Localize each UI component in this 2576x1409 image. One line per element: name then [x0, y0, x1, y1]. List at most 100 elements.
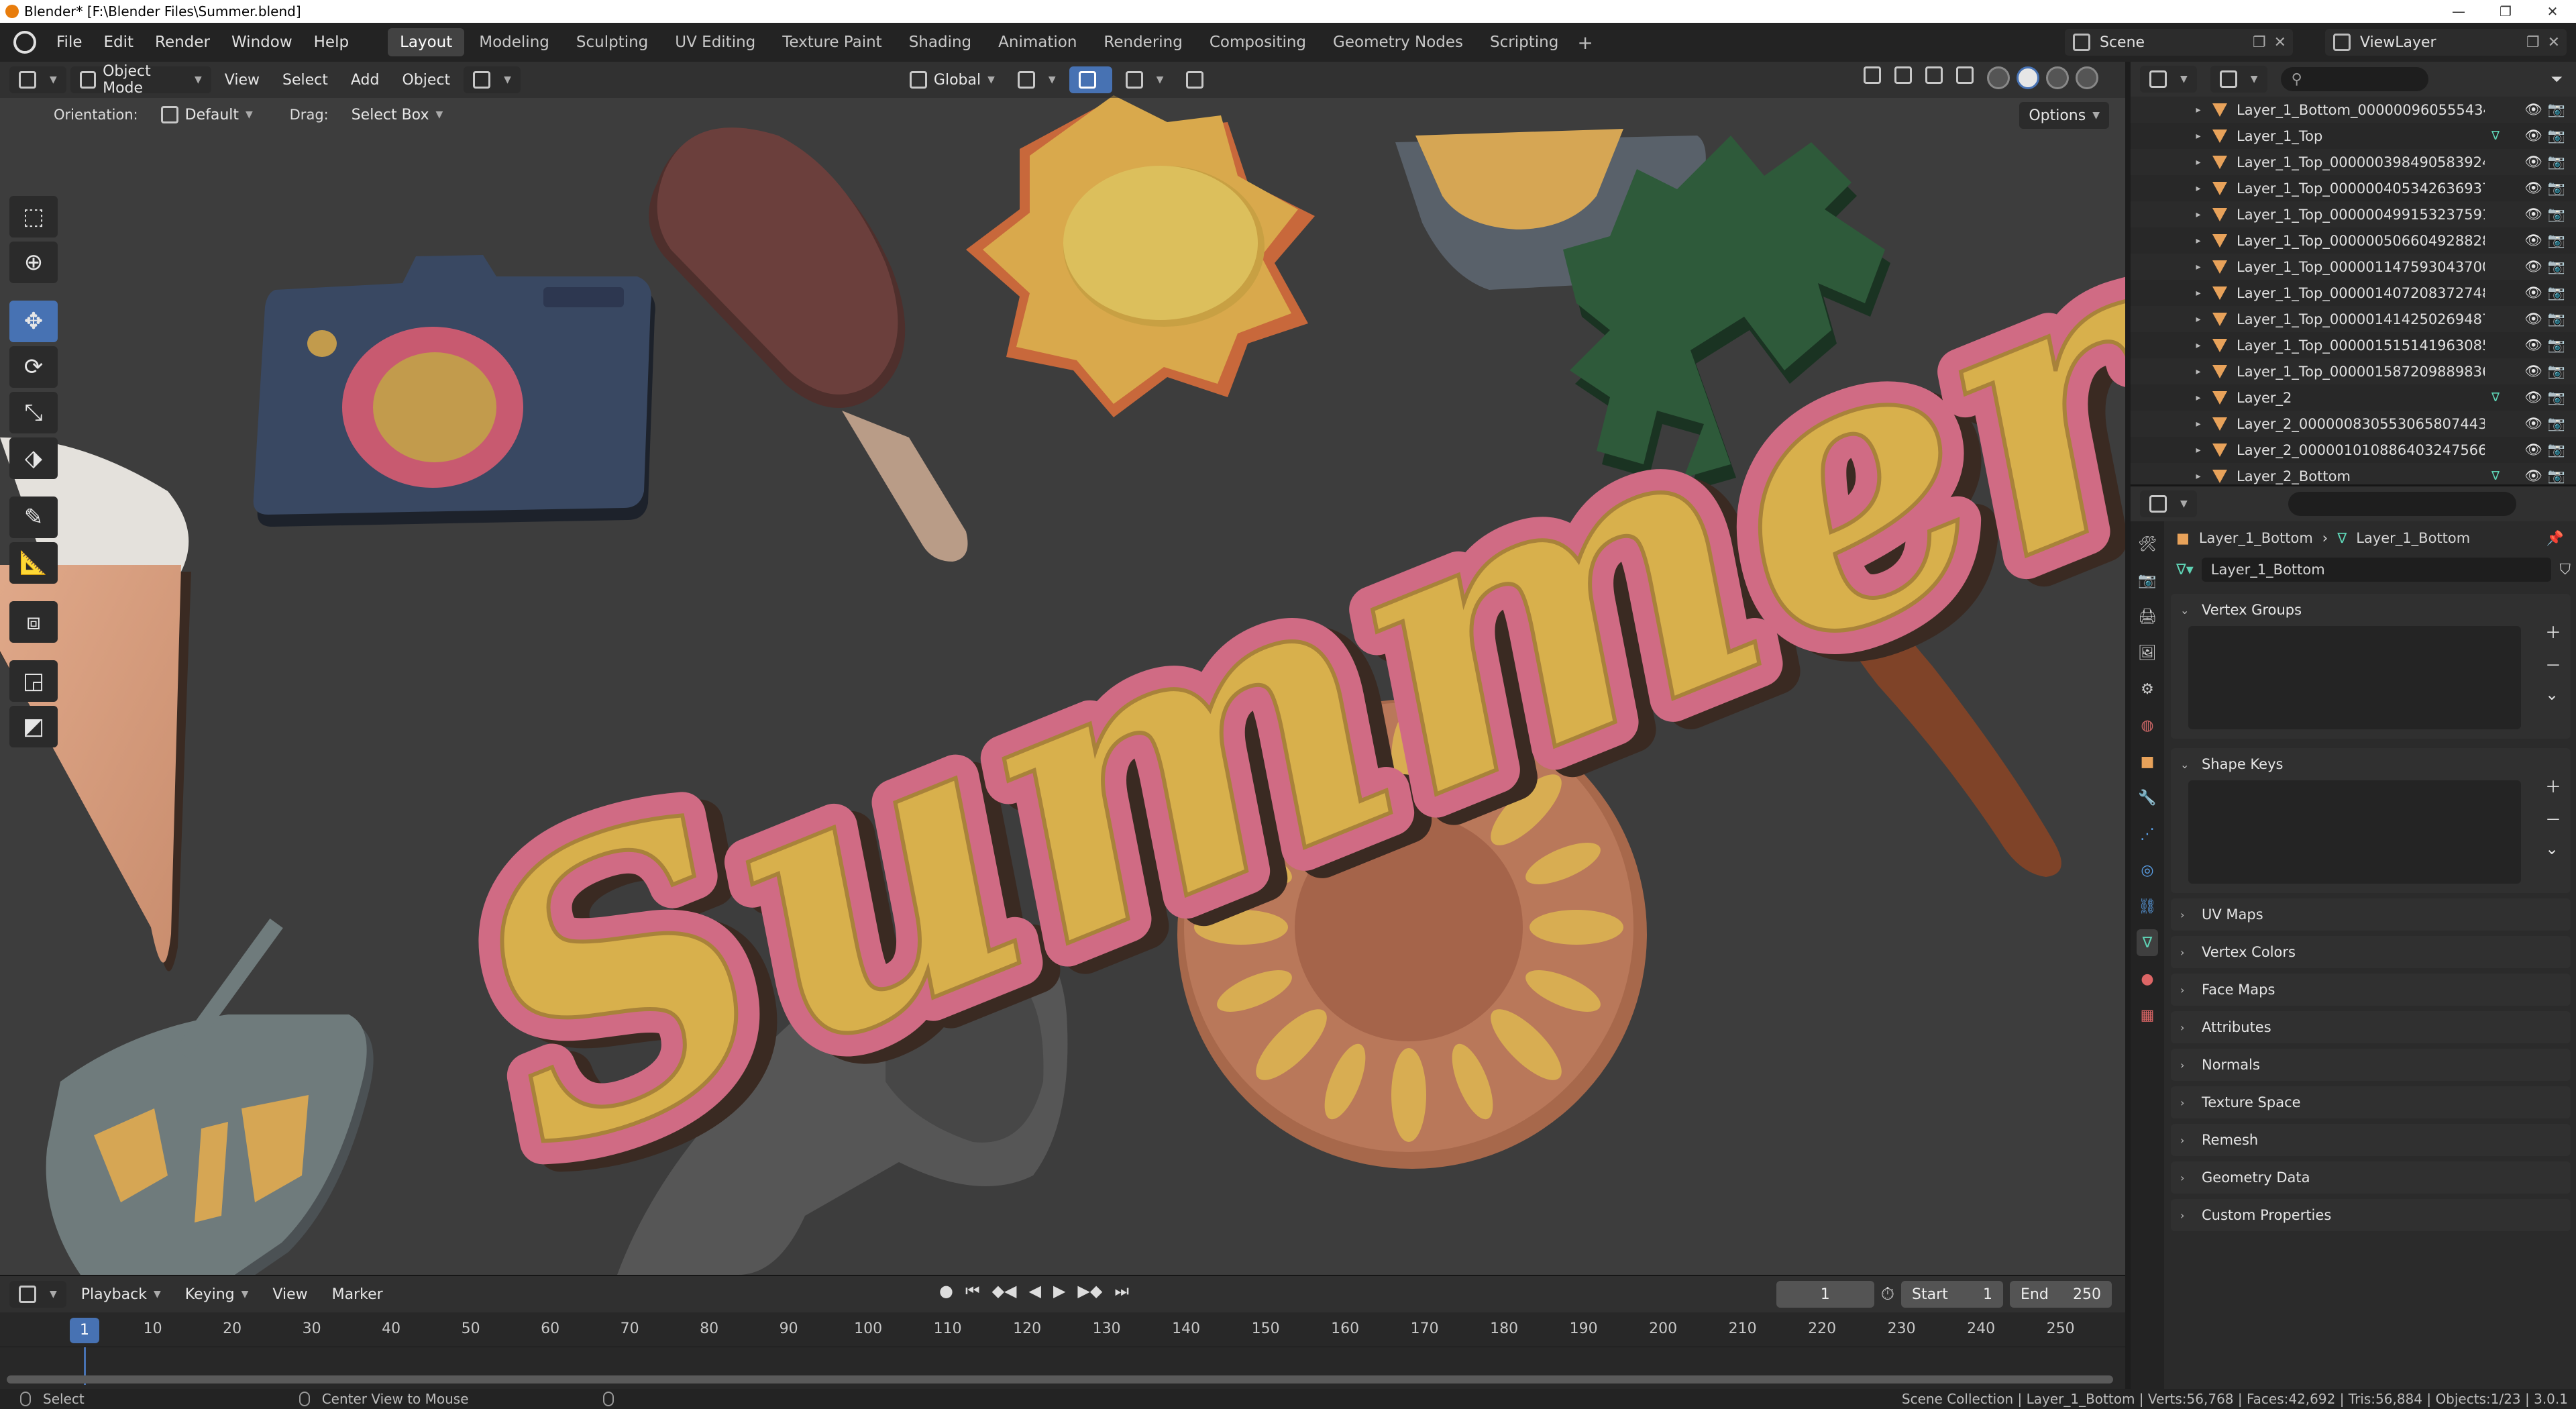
- workspace-tab-animation[interactable]: Animation: [986, 28, 1089, 56]
- overlays-icon[interactable]: [1925, 66, 1943, 84]
- viewport-menu-add[interactable]: Add: [341, 66, 389, 93]
- delete-view-layer-icon[interactable]: ✕: [2548, 34, 2560, 51]
- visibility-eye-icon[interactable]: 👁: [2524, 311, 2542, 327]
- sun-object[interactable]: [966, 95, 1315, 417]
- orientation-dropdown[interactable]: Default ▼: [152, 101, 279, 128]
- collapsed-panel[interactable]: › Remesh: [2171, 1124, 2571, 1156]
- visibility-eye-icon[interactable]: 👁: [2524, 258, 2542, 275]
- play-reverse-icon[interactable]: ◀: [1028, 1282, 1040, 1300]
- outliner-row[interactable]: ▸ Layer_1_Top_00000114759304370005 👁 📷: [2131, 254, 2576, 280]
- render-camera-icon[interactable]: 📷: [2548, 101, 2565, 118]
- outliner-editor[interactable]: ▼ ▼ ⚲ ⏷ ▸ Layer_1_Bottom_0000009605554349…: [2131, 62, 2576, 489]
- viewport-scene[interactable]: Summer Summer Summer: [0, 62, 2125, 1275]
- remove-shape-key-icon[interactable]: －: [2545, 806, 2561, 830]
- outliner-row[interactable]: ▸ Layer_1_Top_00000151514196308521 👁 📷: [2131, 332, 2576, 358]
- render-camera-icon[interactable]: 📷: [2548, 258, 2565, 275]
- play-icon[interactable]: ▶: [1053, 1282, 1065, 1300]
- outliner-row[interactable]: ▸ Layer_1_Top_0000004991532375914 👁 📷: [2131, 201, 2576, 227]
- proportional-edit-toggle[interactable]: [1177, 66, 1220, 93]
- collapsed-panel[interactable]: › Face Maps: [2171, 974, 2571, 1006]
- outliner-row[interactable]: ▸ Layer_1_Top_00000158720988983603 👁 📷: [2131, 358, 2576, 384]
- visibility-selectability-icon[interactable]: [1864, 66, 1881, 84]
- render-camera-icon[interactable]: 📷: [2548, 180, 2565, 197]
- outliner-row[interactable]: ▸ Layer_2_00000083055306580744397 👁 📷: [2131, 411, 2576, 437]
- cocktail-glass-object[interactable]: [46, 919, 374, 1275]
- expand-icon[interactable]: ▸: [2188, 471, 2208, 482]
- image-tool[interactable]: ◩: [9, 706, 58, 747]
- visibility-eye-icon[interactable]: 👁: [2524, 337, 2542, 354]
- visibility-eye-icon[interactable]: 👁: [2524, 154, 2542, 170]
- material-tab-icon[interactable]: ●: [2137, 966, 2158, 992]
- workspace-tab-rendering[interactable]: Rendering: [1091, 28, 1194, 56]
- workspace-tab-uv-editing[interactable]: UV Editing: [663, 28, 767, 56]
- maximize-button[interactable]: ❐: [2482, 0, 2529, 23]
- add-vertex-group-icon[interactable]: ＋: [2545, 619, 2561, 643]
- camera-object[interactable]: [253, 255, 655, 527]
- mesh-name-field[interactable]: Layer_1_Bottom: [2201, 558, 2552, 582]
- close-button[interactable]: ✕: [2529, 0, 2576, 23]
- physics-tab-icon[interactable]: ◎: [2137, 857, 2158, 884]
- render-tab-icon[interactable]: 📷: [2137, 567, 2158, 594]
- new-scene-icon[interactable]: ❐: [2253, 34, 2266, 51]
- gizmos-icon[interactable]: [1894, 66, 1912, 84]
- pin-icon[interactable]: 📌: [2546, 530, 2564, 547]
- expand-icon[interactable]: ▸: [2188, 366, 2208, 377]
- expand-icon[interactable]: ▸: [2188, 314, 2208, 325]
- jump-end-icon[interactable]: ⏭: [1114, 1282, 1129, 1300]
- object-mode-dropdown[interactable]: Object Mode ▼: [70, 63, 211, 97]
- add-workspace-button[interactable]: +: [1577, 32, 1593, 54]
- wireframe-shading-icon[interactable]: [1987, 66, 2010, 89]
- solid-shading-icon[interactable]: [2017, 66, 2039, 89]
- filter-icon[interactable]: ⏷: [2551, 71, 2563, 88]
- xray-toggle-icon[interactable]: [1956, 66, 1974, 84]
- outliner-editor-type-button[interactable]: ▼: [2140, 66, 2197, 93]
- menu-edit[interactable]: Edit: [93, 34, 145, 51]
- menu-help[interactable]: Help: [303, 34, 360, 51]
- expand-icon[interactable]: ▸: [2188, 183, 2208, 194]
- vertex-group-specials-icon[interactable]: ⌄: [2545, 685, 2561, 704]
- render-camera-icon[interactable]: 📷: [2548, 363, 2565, 380]
- expand-icon[interactable]: ▸: [2188, 419, 2208, 429]
- render-camera-icon[interactable]: 📷: [2548, 284, 2565, 301]
- delete-scene-icon[interactable]: ✕: [2274, 34, 2286, 51]
- collapsed-panel[interactable]: › Geometry Data: [2171, 1161, 2571, 1194]
- texture-tab-icon[interactable]: ▦: [2137, 1002, 2158, 1029]
- collapsed-panel[interactable]: › Attributes: [2171, 1011, 2571, 1043]
- collapsed-panel[interactable]: › Texture Space: [2171, 1086, 2571, 1118]
- timeline-editor[interactable]: ▼ Playback ▼ Keying ▼ View Marker ● ⏮ ◆◀ ◀…: [0, 1275, 2125, 1389]
- timeline-scrollbar[interactable]: [7, 1375, 2113, 1384]
- collapsed-panel[interactable]: › Custom Properties: [2171, 1199, 2571, 1231]
- workspace-tab-texture-paint[interactable]: Texture Paint: [770, 28, 894, 56]
- add-cube-tool[interactable]: ⧈: [9, 601, 58, 643]
- outliner-row[interactable]: ▸ Layer_1_Top_00000040534263693758 👁 📷: [2131, 175, 2576, 201]
- panel-header-vertex-groups[interactable]: ⌄ Vertex Groups: [2171, 594, 2571, 626]
- jump-keyframe-forward-icon[interactable]: ▶◆: [1077, 1282, 1102, 1300]
- current-frame-indicator[interactable]: 1: [70, 1318, 99, 1343]
- rendered-shading-icon[interactable]: [2076, 66, 2098, 89]
- workspace-tab-layout[interactable]: Layout: [388, 28, 465, 56]
- particles-tab-icon[interactable]: ⋰: [2137, 821, 2158, 847]
- visibility-eye-icon[interactable]: 👁: [2524, 232, 2542, 249]
- view-layer-selector[interactable]: ViewLayer ❐ ✕: [2325, 29, 2567, 56]
- visibility-eye-icon[interactable]: 👁: [2524, 363, 2542, 380]
- panel-header-shape-keys[interactable]: ⌄ Shape Keys: [2171, 748, 2571, 780]
- transform-tool[interactable]: ⬗: [9, 437, 58, 479]
- outliner-display-mode-button[interactable]: ▼: [2210, 66, 2267, 93]
- tool-tab-icon[interactable]: 🛠: [2137, 531, 2158, 558]
- transform-orientation-dropdown[interactable]: Global ▼: [900, 66, 1004, 93]
- render-camera-icon[interactable]: 📷: [2548, 389, 2565, 406]
- vertex-groups-list[interactable]: [2188, 626, 2521, 729]
- collapsed-panel[interactable]: › UV Maps: [2171, 898, 2571, 931]
- drag-dropdown[interactable]: Select Box ▼: [342, 101, 453, 128]
- outliner-row[interactable]: ▸ Layer_1_Bottom_000000960555434920 👁 📷: [2131, 97, 2576, 123]
- view-layer-tab-icon[interactable]: 🖼: [2137, 639, 2158, 666]
- constraints-tab-icon[interactable]: ⛓: [2137, 893, 2158, 920]
- render-camera-icon[interactable]: 📷: [2548, 127, 2565, 144]
- visibility-eye-icon[interactable]: 👁: [2524, 101, 2542, 118]
- visibility-eye-icon[interactable]: 👁: [2524, 389, 2542, 406]
- viewport-menu-view[interactable]: View: [215, 66, 269, 93]
- properties-search-input[interactable]: [2288, 492, 2516, 516]
- properties-editor[interactable]: ▼ 🛠 📷 🖨 🖼 ⚙ ◍ ■ 🔧 ⋰ ◎ ⛓ ∇ ● ▦ ■ Layer_1_…: [2131, 484, 2576, 1391]
- visibility-eye-icon[interactable]: 👁: [2524, 284, 2542, 301]
- visibility-eye-icon[interactable]: 👁: [2524, 180, 2542, 197]
